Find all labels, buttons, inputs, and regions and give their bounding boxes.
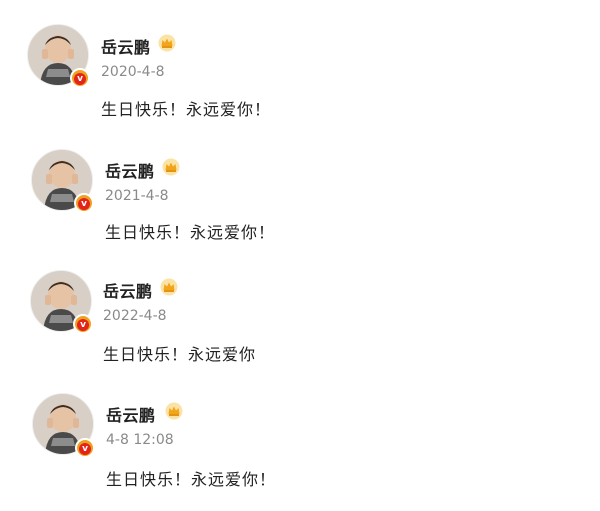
username[interactable]: 岳云鹏 [105,158,155,182]
crown-icon [165,402,183,420]
verified-badge-icon: v [73,314,93,334]
verified-badge-icon: v [75,438,95,458]
post-timestamp[interactable]: 4-8 12:08 [106,432,174,448]
username[interactable]: 岳云鹏 [106,402,156,426]
post-timestamp[interactable]: 2021-4-8 [105,188,169,204]
post-timestamp[interactable]: 2022-4-8 [103,308,167,324]
post-content: 生日快乐！永远爱你！ [106,470,277,489]
post-4: v 岳云鹏 4-8 12:08 生日快乐！永远爱你！ [0,0,600,489]
post-content: 生日快乐！永远爱你 [103,345,257,364]
crown-icon [162,158,180,176]
crown-icon [160,278,178,296]
post-content: 生日快乐！永远爱你！ [105,223,276,242]
verified-badge-icon: v [74,193,94,213]
username[interactable]: 岳云鹏 [103,278,153,302]
